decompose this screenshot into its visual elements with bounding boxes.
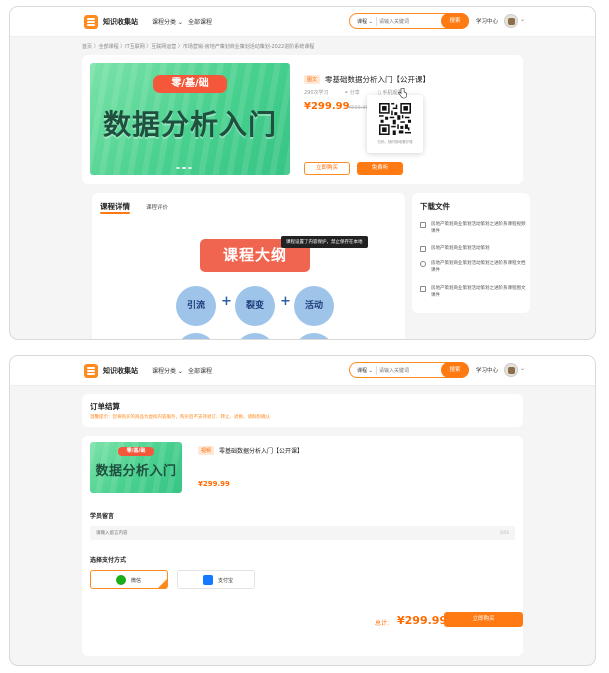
cover-title: 数据分析入门	[102, 108, 277, 141]
total-label: 总计:	[375, 620, 390, 627]
message-char-count: 0/50	[500, 530, 509, 535]
carousel-dots[interactable]	[176, 164, 194, 171]
order-product-price: ¥299.99	[198, 480, 230, 488]
learning-center-link[interactable]: 学习中心	[476, 17, 498, 25]
logo-icon[interactable]	[84, 364, 98, 378]
course-cover: 零/基/础 数据分析入门	[90, 63, 290, 175]
pay-option-wechat[interactable]: 微信	[90, 570, 168, 589]
search-category-select[interactable]: 课程 ⌄	[357, 18, 373, 25]
menu-all-courses[interactable]: 全部课程	[188, 17, 212, 26]
outline-circle-1: 引流	[176, 286, 216, 326]
user-file-icon	[420, 261, 426, 267]
menu-course-category[interactable]: 课程分类 ⌄	[152, 17, 183, 26]
download-panel: 下载文件 房地产策划商业策划活动策划之进阶系课程视频课件 房地产策划商业策划活动…	[412, 193, 530, 313]
chevron-down-icon[interactable]: ⌄	[520, 365, 525, 372]
top-nav: 知识收集站 课程分类 ⌄ 全部课程 课程 ⌄ 搜索 学习中心 ⌄	[10, 7, 595, 37]
share-label: 分享	[349, 90, 360, 96]
qr-popover: 扫码，随时随地看好课	[367, 95, 423, 153]
pay-option-label: 支付宝	[218, 578, 234, 584]
checkout-window: 知识收集站 课程分类 ⌄ 全部课程 课程 ⌄ 搜索 学习中心 ⌄ 订单结算 温馨…	[9, 355, 596, 666]
download-title: 下载文件	[420, 202, 450, 211]
order-body: 零/基/础 数据分析入门 视频 零基础数据分析入门【公开课】 ¥299.99 学…	[82, 436, 523, 656]
learner-count: 290次学习	[304, 90, 329, 96]
cover-badge: 零/基/础	[118, 447, 154, 456]
payment-label: 选择支付方式	[90, 557, 127, 564]
buy-now-button[interactable]: 立即购买	[304, 162, 350, 175]
protection-tooltip: 课程设置了内容保护，禁止保存在本地	[281, 236, 368, 248]
order-title: 订单结算	[90, 402, 120, 411]
avatar-image	[508, 367, 515, 374]
search-input[interactable]	[379, 365, 434, 376]
order-tip: 温馨提示：您将购买的商品为虚拟内容服务，购买后不支持退订、转让、退换，请斟酌确认	[90, 415, 270, 420]
selected-corner-icon	[158, 579, 167, 588]
outline-circle-row2	[235, 333, 275, 339]
alipay-icon	[203, 575, 213, 585]
site-name[interactable]: 知识收集站	[103, 17, 138, 27]
learning-center-link[interactable]: 学习中心	[476, 366, 498, 374]
product-card: 零/基/础 数据分析入门 图文 零基础数据分析入门【公开课】 290次学习 ⚭ …	[82, 55, 523, 184]
download-item-name: 房地产策划商业策划活动策划	[431, 246, 490, 251]
search-button[interactable]: 搜索	[441, 13, 469, 29]
avatar-image	[508, 18, 515, 25]
message-box: 0/50	[90, 526, 515, 540]
logo-icon[interactable]	[84, 15, 98, 29]
top-nav: 知识收集站 课程分类 ⌄ 全部课程 课程 ⌄ 搜索 学习中心 ⌄	[10, 356, 595, 386]
search-divider	[376, 366, 377, 375]
video-file-icon	[420, 222, 426, 228]
cover-badge: 零/基/础	[153, 75, 227, 93]
outline-circle-row2	[294, 333, 334, 339]
pay-option-label: 微信	[131, 578, 142, 584]
outline-circle-3: 活动	[294, 286, 334, 326]
tab-course-review[interactable]: 课程评价	[146, 203, 168, 211]
qr-caption: 扫码，随时随地看好课	[377, 140, 413, 144]
share-button[interactable]: ⚭ 分享	[344, 89, 360, 96]
message-input[interactable]	[96, 528, 396, 538]
document-icon	[420, 286, 426, 292]
search-bar: 课程 ⌄ 搜索	[349, 13, 469, 29]
cover-title: 数据分析入门	[95, 464, 177, 479]
checkout-buy-button[interactable]: 立即购买	[444, 612, 523, 627]
tab-course-detail[interactable]: 课程详情	[100, 201, 130, 212]
plus-icon: +	[221, 294, 232, 309]
order-course-cover: 零/基/础 数据分析入门	[90, 442, 182, 493]
avatar[interactable]	[504, 14, 518, 28]
file-icon	[420, 246, 426, 252]
total-price: ¥299.99	[397, 614, 448, 627]
chevron-down-icon[interactable]: ⌄	[520, 16, 525, 23]
outline-circle-2: 裂变	[235, 286, 275, 326]
order-header: 订单结算 温馨提示：您将购买的商品为虚拟内容服务，购买后不支持退订、转让、退换，…	[82, 394, 523, 427]
product-price: ¥299.99	[304, 101, 350, 112]
order-product-title: 零基础数据分析入门【公开课】	[219, 448, 304, 455]
search-button[interactable]: 搜索	[441, 362, 469, 378]
course-detail-panel: 课程详情 课程评价 课程大纲 引流 + 裂变 + 活动	[92, 193, 405, 339]
menu-all-courses[interactable]: 全部课程	[188, 366, 212, 375]
active-tab-indicator	[100, 212, 130, 214]
breadcrumb[interactable]: 首页 〉全部课程 〉IT互联网 〉互联网运营 〉市场营销-房地产策划商业策划活动…	[82, 43, 314, 50]
avatar[interactable]	[504, 363, 518, 377]
menu-course-category[interactable]: 课程分类 ⌄	[152, 366, 183, 375]
free-trial-button[interactable]: 免费听	[357, 162, 403, 175]
original-price: ¥599.99	[348, 105, 369, 111]
download-item-name: 房地产策划商业策划活动策划之进阶系课程图文课件	[431, 286, 526, 298]
search-divider	[376, 17, 377, 26]
content-type-tag: 图文	[304, 75, 321, 84]
plus-icon: +	[280, 294, 291, 309]
qr-code-icon	[379, 103, 411, 135]
search-category-select[interactable]: 课程 ⌄	[357, 367, 373, 374]
hand-cursor-icon	[398, 88, 407, 99]
course-detail-window: 知识收集站 课程分类 ⌄ 全部课程 课程 ⌄ 搜索 学习中心 ⌄ 首页 〉全部课…	[9, 6, 596, 340]
site-name[interactable]: 知识收集站	[103, 366, 138, 376]
product-title: 零基础数据分析入门【公开课】	[325, 75, 430, 84]
outline-circle-row2	[176, 333, 216, 339]
search-bar: 课程 ⌄ 搜索	[349, 362, 469, 378]
download-item-name: 房地产策划商业策划活动策划之进阶系课程文档课件	[431, 261, 526, 273]
wechat-icon	[116, 575, 126, 585]
content-type-tag: 视频	[198, 446, 215, 455]
search-input[interactable]	[379, 16, 434, 27]
pay-option-alipay[interactable]: 支付宝	[177, 570, 255, 589]
message-label: 学员留言	[90, 513, 115, 520]
download-item-name: 房地产策划商业策划活动策划之进阶系课程视频课件	[431, 222, 526, 234]
